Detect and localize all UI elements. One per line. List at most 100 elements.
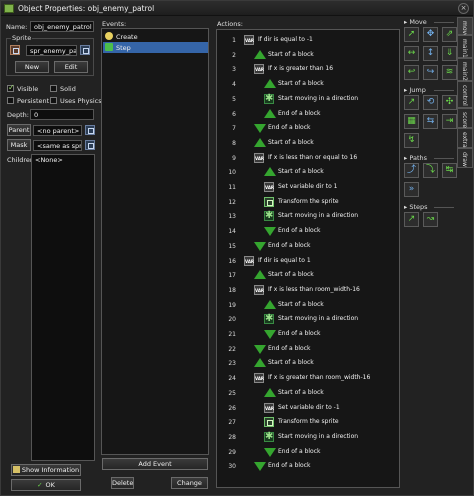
mask-select[interactable]: <same as sprite> — [33, 140, 82, 151]
sprite-group-label: Sprite — [11, 34, 33, 42]
path-speed-icon[interactable]: » — [404, 182, 419, 197]
tab-main2[interactable]: main2 — [457, 58, 473, 81]
change-event-button[interactable]: Change — [171, 477, 208, 489]
delete-event-button[interactable]: Delete — [111, 477, 134, 489]
tab-score[interactable]: score — [457, 108, 473, 128]
action-row[interactable]: 11 VAR Set variable dir to 1 — [217, 180, 388, 195]
parent-picker-icon[interactable] — [85, 125, 95, 135]
move-free-icon[interactable]: ✥ — [423, 27, 438, 42]
set-gravity-icon[interactable]: ⇓ — [442, 46, 457, 61]
tab-label: control — [461, 85, 468, 106]
tab-move[interactable]: move — [457, 17, 473, 38]
speed-horizontal-icon[interactable]: ↔ — [404, 46, 419, 61]
ok-label: OK — [45, 481, 55, 489]
action-row[interactable]: 22 End of a block — [217, 342, 388, 357]
event-item-step[interactable]: Step — [103, 42, 208, 53]
end-path-icon[interactable]: ⤵ — [423, 163, 438, 178]
action-row[interactable]: 6 End of a block — [217, 107, 388, 122]
mask-picker-icon[interactable] — [85, 140, 95, 150]
depth-input[interactable]: 0 — [30, 109, 94, 120]
start-block-icon — [254, 137, 266, 148]
solid-label: Solid — [60, 85, 76, 93]
palette-section-label[interactable]: ▸ Move — [404, 18, 454, 26]
action-row[interactable]: 24 VAR If x is greater than room_width-16 — [217, 371, 388, 386]
palette-section-label[interactable]: ▸ Paths — [404, 154, 455, 162]
action-row[interactable]: 16 VAR If dir is equal to 1 — [217, 254, 388, 269]
action-row[interactable]: 23 Start of a block — [217, 356, 388, 371]
action-number: 13 — [228, 213, 236, 221]
set-friction-icon[interactable]: ≋ — [442, 65, 457, 80]
name-input[interactable]: obj_enemy_patrol — [30, 21, 94, 32]
reverse-horizontal-icon[interactable]: ↩ — [404, 65, 419, 80]
action-row[interactable]: 5 Start moving in a direction — [217, 92, 388, 107]
ok-button[interactable]: ✓ OK — [11, 479, 81, 491]
align-to-grid-icon[interactable]: ▦ — [404, 114, 419, 129]
jump-to-position-icon[interactable]: ↗ — [404, 95, 419, 110]
close-button[interactable]: × — [458, 3, 469, 14]
children-list[interactable]: <None> — [31, 154, 95, 461]
tab-control[interactable]: control — [457, 81, 473, 108]
sprite-select[interactable]: spr_enemy_patrol — [26, 45, 77, 56]
action-row[interactable]: 10 Start of a block — [217, 165, 388, 180]
tab-draw[interactable]: draw — [457, 148, 473, 168]
show-information-button[interactable]: Show Information — [11, 464, 81, 476]
jump-to-random-icon[interactable]: ✣ — [442, 95, 457, 110]
action-row[interactable]: 8 Start of a block — [217, 136, 388, 151]
parent-select[interactable]: <no parent> — [33, 125, 82, 136]
uses-physics-checkbox[interactable] — [50, 97, 57, 104]
action-row[interactable]: 13 Start moving in a direction — [217, 209, 388, 224]
reverse-vertical-icon[interactable]: ↪ — [423, 65, 438, 80]
palette-section-label[interactable]: ▸ Jump — [404, 86, 454, 94]
speed-vertical-icon[interactable]: ↕ — [423, 46, 438, 61]
set-path-icon[interactable]: ⤴ — [404, 163, 419, 178]
step-avoiding-icon[interactable]: ↝ — [423, 212, 438, 227]
tab-main1[interactable]: main1 — [457, 35, 473, 58]
action-row[interactable]: 14 End of a block — [217, 224, 388, 239]
action-row[interactable]: 26 VAR Set variable dir to -1 — [217, 401, 388, 416]
sprite-picker-icon[interactable] — [80, 45, 90, 55]
action-text: End of a block — [268, 344, 311, 352]
tab-extra[interactable]: extra — [457, 128, 473, 148]
action-row[interactable]: 30 End of a block — [217, 459, 388, 474]
action-number: 6 — [232, 110, 236, 118]
event-item-create[interactable]: Create — [103, 31, 208, 42]
path-position-icon[interactable]: ↹ — [442, 163, 457, 178]
action-row[interactable]: 29 End of a block — [217, 445, 388, 460]
action-row[interactable]: 25 Start of a block — [217, 386, 388, 401]
action-row[interactable]: 1 VAR If dir is equal to -1 — [217, 33, 388, 48]
move-towards-icon[interactable]: ⇗ — [442, 27, 457, 42]
step-towards-icon[interactable]: ↗ — [404, 212, 419, 227]
action-row[interactable]: 2 Start of a block — [217, 48, 388, 63]
variable-icon: VAR — [254, 284, 264, 295]
bounce-icon[interactable]: ↯ — [404, 133, 419, 148]
action-row[interactable]: 3 VAR If x is greater than 16 — [217, 62, 388, 77]
wrap-screen-icon[interactable]: ⇆ — [423, 114, 438, 129]
move-direction-icon — [264, 211, 274, 222]
action-row[interactable]: 9 VAR If x is less than or equal to 16 — [217, 151, 388, 166]
action-row[interactable]: 21 End of a block — [217, 327, 388, 342]
action-row[interactable]: 28 Start moving in a direction — [217, 430, 388, 445]
add-event-button[interactable]: Add Event — [102, 458, 208, 470]
mask-button[interactable]: Mask — [7, 139, 31, 151]
action-row[interactable]: 12 Transform the sprite — [217, 195, 388, 210]
new-sprite-button[interactable]: New — [15, 61, 49, 73]
action-row[interactable]: 17 Start of a block — [217, 268, 388, 283]
edit-sprite-button[interactable]: Edit — [54, 61, 88, 73]
action-row[interactable]: 7 End of a block — [217, 121, 388, 136]
move-fixed-icon[interactable]: ➚ — [404, 27, 419, 42]
parent-button[interactable]: Parent — [7, 124, 31, 136]
visible-checkbox[interactable] — [7, 83, 15, 92]
solid-checkbox[interactable] — [50, 85, 57, 92]
action-row[interactable]: 18 VAR If x is less than room_width-16 — [217, 283, 388, 298]
action-row[interactable]: 20 Start moving in a direction — [217, 312, 388, 327]
action-row[interactable]: 19 Start of a block — [217, 298, 388, 313]
move-to-contact-icon[interactable]: ⇥ — [442, 114, 457, 129]
move-direction-icon — [264, 431, 274, 442]
palette-section-label[interactable]: ▸ Steps — [404, 203, 454, 211]
action-text: If x is less than or equal to 16 — [268, 153, 358, 161]
action-row[interactable]: 4 Start of a block — [217, 77, 388, 92]
action-row[interactable]: 27 Transform the sprite — [217, 415, 388, 430]
action-row[interactable]: 15 End of a block — [217, 239, 388, 254]
jump-to-start-icon[interactable]: ⟲ — [423, 95, 438, 110]
persistent-checkbox[interactable] — [7, 97, 14, 104]
